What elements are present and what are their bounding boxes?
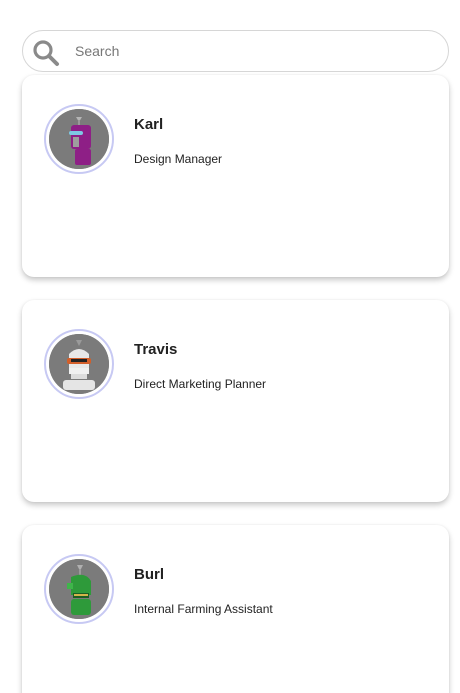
avatar <box>44 554 114 624</box>
profile-role: Internal Farming Assistant <box>134 602 273 616</box>
profile-name: Karl <box>134 116 164 133</box>
avatar <box>44 104 114 174</box>
profile-card[interactable]: Karl Design Manager <box>22 75 449 277</box>
profile-role: Design Manager <box>134 152 223 166</box>
profile-name: Travis <box>134 341 178 358</box>
search-bar[interactable] <box>22 30 449 72</box>
profile-role: Direct Marketing Planner <box>134 377 267 391</box>
profile-list-page: Karl Design Manager Travis Direct Market… <box>0 0 460 693</box>
search-icon <box>33 40 59 66</box>
robot-avatar-icon <box>49 109 109 169</box>
robot-avatar-icon <box>49 559 109 619</box>
search-input[interactable] <box>75 31 435 71</box>
avatar <box>44 329 114 399</box>
robot-avatar-icon <box>49 334 109 394</box>
profile-card[interactable]: Travis Direct Marketing Planner <box>22 300 449 502</box>
profile-card[interactable]: Burl Internal Farming Assistant <box>22 525 449 693</box>
profile-name: Burl <box>134 566 164 583</box>
